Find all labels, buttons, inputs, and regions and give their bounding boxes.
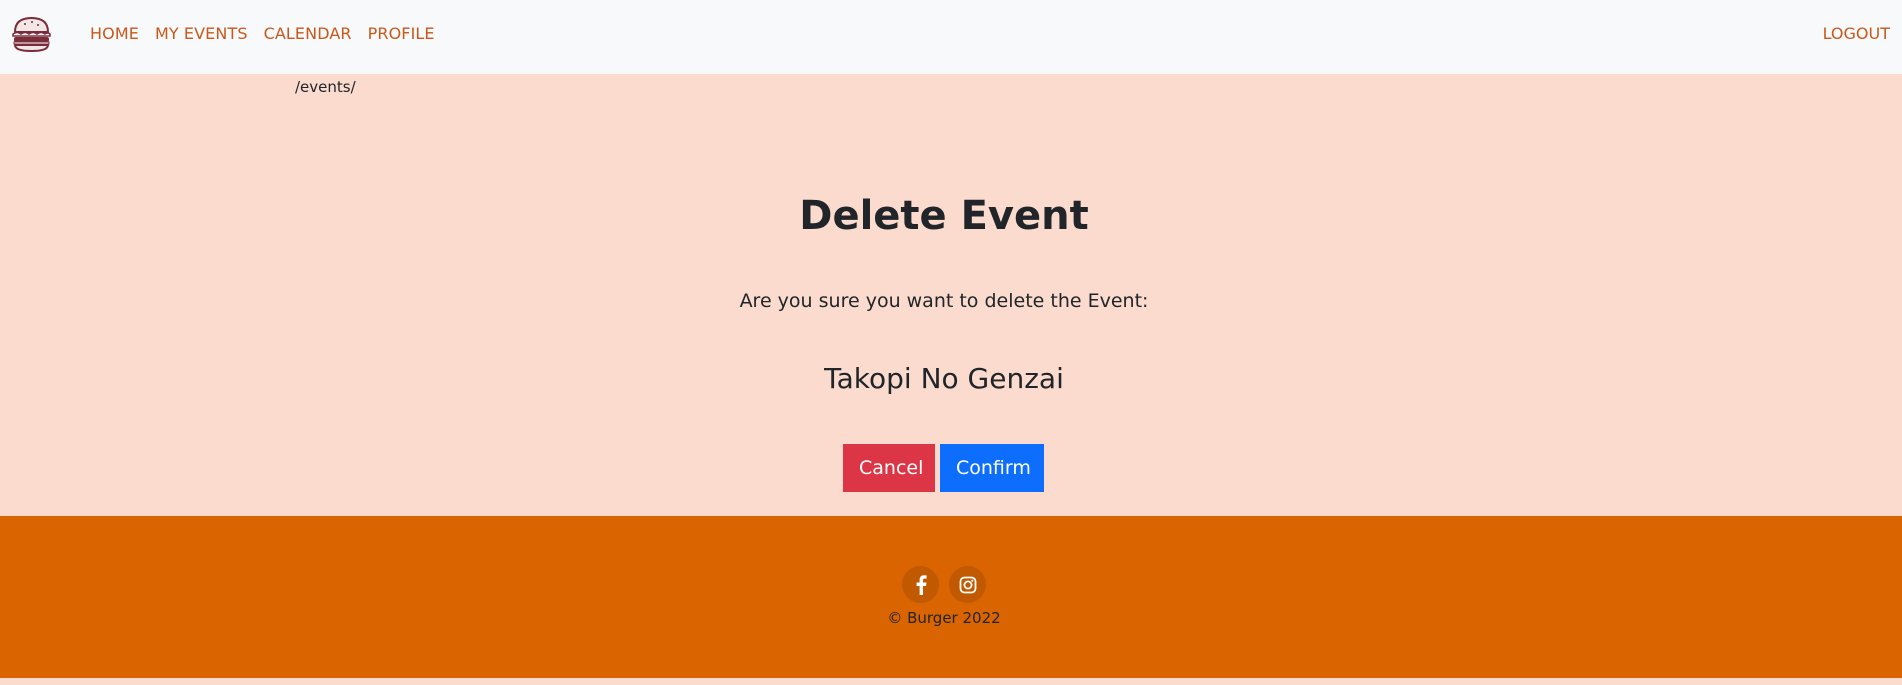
action-buttons: Cancel Confirm bbox=[843, 444, 1044, 492]
copyright-text: © Burger 2022 bbox=[887, 609, 1001, 627]
page-bottom-strip bbox=[0, 678, 1902, 685]
logout-link[interactable]: LOGOUT bbox=[1823, 0, 1890, 66]
cancel-button[interactable]: Cancel bbox=[843, 444, 935, 492]
event-name: Takopi No Genzai bbox=[824, 362, 1064, 395]
breadcrumb: /events/ bbox=[295, 78, 356, 96]
social-links bbox=[902, 566, 986, 603]
facebook-icon[interactable] bbox=[902, 566, 939, 603]
page-title: Delete Event bbox=[799, 193, 1089, 239]
delete-question: Are you sure you want to delete the Even… bbox=[739, 290, 1149, 312]
confirm-button[interactable]: Confirm bbox=[940, 444, 1044, 492]
nav-links: HOME MY EVENTS CALENDAR PROFILE bbox=[90, 0, 451, 66]
burger-logo-icon[interactable] bbox=[11, 14, 52, 54]
footer: © Burger 2022 bbox=[0, 516, 1902, 678]
nav-profile-link[interactable]: PROFILE bbox=[368, 24, 435, 43]
nav-my-events-link[interactable]: MY EVENTS bbox=[155, 24, 248, 43]
instagram-icon[interactable] bbox=[949, 566, 986, 603]
navbar: HOME MY EVENTS CALENDAR PROFILE LOGOUT bbox=[0, 0, 1902, 74]
nav-home-link[interactable]: HOME bbox=[90, 24, 139, 43]
nav-calendar-link[interactable]: CALENDAR bbox=[264, 24, 352, 43]
